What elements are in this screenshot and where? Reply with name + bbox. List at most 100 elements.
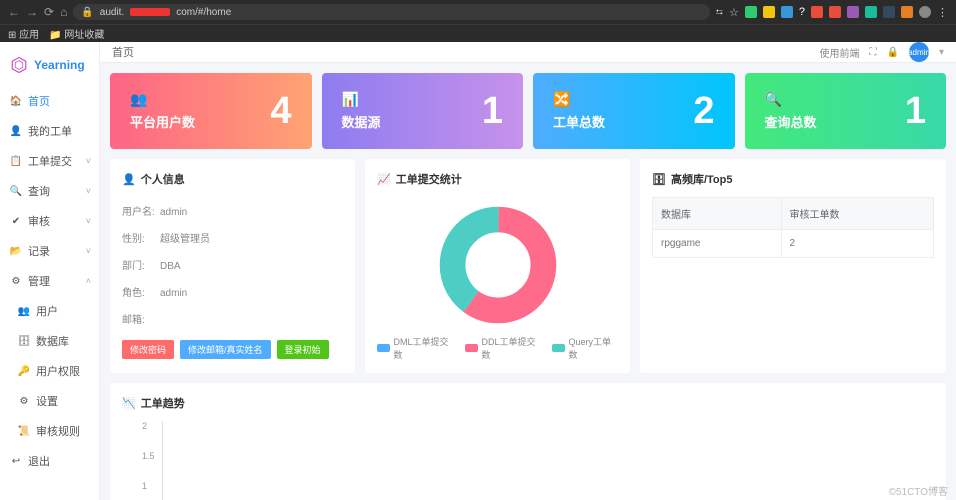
sidebar-item-管理[interactable]: ⚙管理˄ — [0, 266, 99, 296]
menu-icon: ✔ — [10, 215, 22, 227]
info-row: 性别:超级管理员 — [122, 224, 343, 251]
chevron-down-icon[interactable]: ▾ — [939, 47, 944, 58]
info-value: 超级管理员 — [160, 234, 210, 245]
sidebar-item-用户[interactable]: 👥用户 — [0, 296, 99, 326]
reload-button[interactable]: ⟳ — [44, 5, 54, 19]
menu-icon: 📋 — [10, 155, 22, 167]
y-tick: 2 — [142, 421, 147, 431]
translate-icon[interactable]: ⮀ — [716, 7, 723, 18]
action-tag[interactable]: 修改密码 — [122, 340, 174, 359]
menu-icon: 🔑 — [18, 365, 30, 377]
info-row: 角色:admin — [122, 278, 343, 305]
lock-icon[interactable]: 🔒 — [887, 47, 899, 58]
ext-icon[interactable] — [847, 6, 859, 18]
apps-shortcut[interactable]: ⊞ 应用 — [8, 26, 39, 41]
url-suffix: com/#/home — [176, 7, 231, 18]
legend-item: Query工单数 — [552, 335, 618, 361]
user-avatar[interactable]: admin — [909, 42, 929, 62]
back-button[interactable]: ← — [8, 5, 20, 19]
ext-icon[interactable] — [883, 6, 895, 18]
profile-icon[interactable] — [919, 6, 931, 18]
trend-card: 📉工单趋势 2 1.5 1 — [110, 383, 946, 500]
stat-icon: 🔍 — [765, 91, 817, 108]
legend-item: DDL工单提交数 — [465, 335, 542, 361]
menu-label: 工单提交 — [28, 153, 72, 169]
stat-label: 数据源 — [342, 112, 381, 131]
info-value: DBA — [160, 261, 181, 272]
sidebar: Yearning 🏠首页👤我的工单📋工单提交˅🔍查询˅✔审核˅📂记录˅⚙管理˄👥… — [0, 42, 100, 500]
forward-button[interactable]: → — [26, 5, 38, 19]
url-bar[interactable]: 🔒 audit. com/#/home — [73, 4, 709, 20]
ext-icon[interactable] — [829, 6, 841, 18]
table-header: 数据库 — [653, 198, 782, 230]
topbar: 首页 使用前端 ⛶ 🔒 admin ▾ — [100, 42, 956, 63]
menu-icon: 🔍 — [10, 185, 22, 197]
stat-icon: 👥 — [130, 91, 195, 108]
user-icon: 👤 — [122, 173, 136, 186]
legend-swatch — [377, 344, 390, 352]
ext-icon[interactable]: ? — [799, 6, 805, 18]
ext-icon[interactable] — [781, 6, 793, 18]
menu-label: 查询 — [28, 183, 50, 199]
sidebar-item-记录[interactable]: 📂记录˅ — [0, 236, 99, 266]
star-icon[interactable]: ☆ — [729, 6, 739, 19]
menu-label: 记录 — [28, 243, 50, 259]
sidebar-item-审核[interactable]: ✔审核˅ — [0, 206, 99, 236]
db-icon: 🗄 — [652, 173, 666, 186]
home-button[interactable]: ⌂ — [60, 5, 67, 19]
action-tag[interactable]: 修改邮箱/真实姓名 — [180, 340, 271, 359]
sidebar-item-首页[interactable]: 🏠首页 — [0, 86, 99, 116]
sidebar-item-查询[interactable]: 🔍 查询 ˅ — [0, 176, 99, 206]
stat-card-0[interactable]: 👥平台用户数4 — [110, 73, 312, 149]
info-value: admin — [160, 288, 187, 299]
personal-info-card: 👤个人信息 用户名:admin性别:超级管理员部门:DBA角色:admin邮箱:… — [110, 159, 355, 373]
app-logo[interactable]: Yearning — [0, 50, 99, 86]
info-label: 性别: — [122, 230, 160, 245]
card-title: 工单趋势 — [141, 395, 185, 411]
menu-label: 设置 — [36, 393, 58, 409]
info-row: 用户名:admin — [122, 197, 343, 224]
menu-icon: 🗄 — [18, 335, 30, 347]
sidebar-item-数据库[interactable]: 🗄数据库 — [0, 326, 99, 356]
table-header: 审核工单数 — [781, 198, 933, 230]
chevron-icon: ˄ — [86, 276, 91, 286]
ext-icon[interactable] — [811, 6, 823, 18]
chevron-icon: ˅ — [86, 186, 91, 196]
stat-card-3[interactable]: 🔍查询总数1 — [745, 73, 947, 149]
legend-label: DDL工单提交数 — [481, 335, 542, 361]
bookmark-folder[interactable]: 📁 网址收藏 — [49, 26, 104, 41]
sidebar-item-设置[interactable]: ⚙设置 — [0, 386, 99, 416]
chevron-icon: ˅ — [86, 246, 91, 256]
url-prefix: audit. — [100, 7, 124, 18]
action-tag[interactable]: 登录初始 — [277, 340, 329, 359]
ext-icon[interactable] — [865, 6, 877, 18]
donut-chart — [438, 205, 558, 325]
stat-icon: 🔀 — [553, 91, 605, 108]
legend-label: Query工单数 — [568, 335, 618, 361]
trend-chart: 2 1.5 1 — [122, 421, 934, 500]
table-cell: 2 — [781, 230, 933, 258]
stat-card-2[interactable]: 🔀工单总数2 — [533, 73, 735, 149]
menu-label: 审核 — [28, 213, 50, 229]
ext-icon[interactable] — [901, 6, 913, 18]
fullscreen-icon[interactable]: ⛶ — [870, 47, 877, 58]
sidebar-item-我的工单[interactable]: 👤我的工单 — [0, 116, 99, 146]
app-name: Yearning — [34, 58, 85, 72]
menu-label: 首页 — [28, 93, 50, 109]
menu-label: 用户权限 — [36, 363, 80, 379]
submit-stats-card: 📈工单提交统计 DML工单提交数DDL工单提交数Query工单数 — [365, 159, 630, 373]
menu-label: 退出 — [28, 453, 50, 469]
info-row: 部门:DBA — [122, 251, 343, 278]
legend-item: DML工单提交数 — [377, 335, 455, 361]
ext-icon[interactable] — [763, 6, 775, 18]
ext-icon[interactable] — [745, 6, 757, 18]
sidebar-item-退出[interactable]: ↩退出 — [0, 446, 99, 476]
sidebar-item-审核规则[interactable]: 📜审核规则 — [0, 416, 99, 446]
sidebar-item-工单提交[interactable]: 📋工单提交˅ — [0, 146, 99, 176]
browser-toolbar: ← → ⟳ ⌂ 🔒 audit. com/#/home ⮀ ☆ ? ⋮ — [0, 0, 956, 24]
info-label: 邮箱: — [122, 311, 160, 326]
menu-icon[interactable]: ⋮ — [937, 6, 948, 19]
stat-card-1[interactable]: 📊数据源1 — [322, 73, 524, 149]
legend-label: DML工单提交数 — [393, 335, 455, 361]
sidebar-item-用户权限[interactable]: 🔑 用户权限 — [0, 356, 99, 386]
